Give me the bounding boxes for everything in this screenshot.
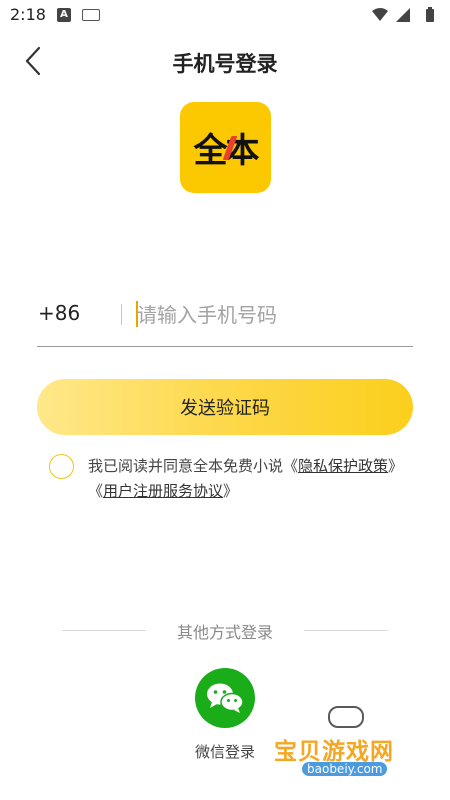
divider-line-right	[304, 630, 388, 631]
signal-icon	[396, 8, 410, 22]
privacy-policy-link[interactable]: 隐私保护政策	[298, 457, 388, 475]
watermark-text: 宝贝游戏网	[274, 739, 394, 765]
agreement-prefix: 我已阅读并同意全本免费小说《	[88, 457, 299, 475]
send-code-label: 发送验证码	[180, 398, 270, 418]
header: 手机号登录	[0, 36, 450, 86]
status-icons	[370, 6, 442, 24]
keyboard-icon	[82, 9, 100, 21]
country-code[interactable]: +86	[38, 301, 80, 325]
watermark: 宝贝游戏网 baobeiy.com	[270, 700, 430, 790]
agreement-text: 我已阅读并同意全本免费小说《隐私保护政策》《用户注册服务协议》	[88, 454, 408, 504]
gamepad-icon	[328, 706, 364, 728]
logo-text: 全本	[194, 123, 260, 172]
page-title: 手机号登录	[172, 52, 278, 76]
login-screen: 2:18 A 手机号登录 +86 请输入手机号码 发送验证码 我已阅读并同意全本…	[0, 0, 450, 800]
agreement-checkbox[interactable]	[49, 454, 74, 479]
country-code-divider	[121, 304, 122, 325]
send-code-button[interactable]: 发送验证码	[37, 379, 413, 435]
phone-input[interactable]	[137, 295, 407, 335]
wechat-login-button[interactable]	[195, 668, 255, 728]
agreement-suffix: 》	[223, 482, 239, 500]
wechat-login-label: 微信登录	[194, 743, 255, 761]
notification-a-icon: A	[57, 8, 71, 22]
status-time: 2:18	[10, 5, 46, 24]
other-login-label: 其他方式登录	[176, 623, 273, 642]
battery-icon	[426, 7, 434, 22]
watermark-url: baobeiy.com	[302, 762, 388, 776]
other-login-divider: 其他方式登录	[62, 618, 388, 642]
wechat-icon	[207, 683, 244, 713]
app-logo: 全本	[180, 102, 271, 193]
wifi-icon	[372, 8, 388, 21]
status-bar: 2:18 A	[0, 0, 450, 30]
phone-field: +86	[37, 295, 413, 347]
user-agreement-link[interactable]: 用户注册服务协议	[103, 482, 223, 500]
